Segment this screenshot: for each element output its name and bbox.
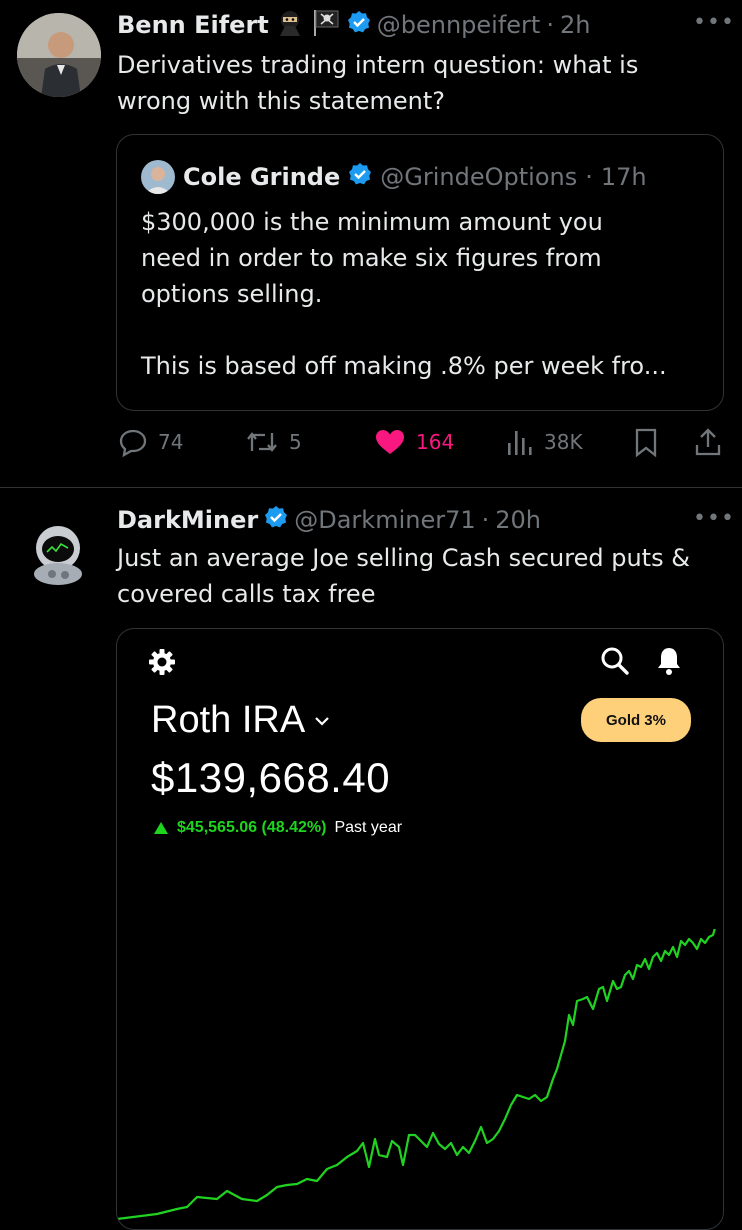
quoted-tweet-time[interactable]: 17h	[601, 163, 647, 191]
account-selector[interactable]: Roth IRA	[151, 699, 331, 742]
tweet-time[interactable]: 2h	[560, 11, 590, 39]
gain-period: Past year	[334, 819, 403, 836]
up-triangle-icon	[154, 822, 168, 834]
more-options-icon[interactable]: •••	[693, 10, 735, 35]
gold-badge[interactable]: Gold 3%	[581, 698, 691, 742]
share-button[interactable]	[694, 427, 722, 457]
retweet-icon	[247, 432, 277, 452]
bookmark-icon	[635, 428, 657, 457]
reply-button[interactable]: 74	[118, 427, 183, 457]
tweet-text-line: Just an average Joe selling Cash secured…	[117, 544, 690, 572]
author-handle[interactable]: @bennpeifert	[377, 11, 541, 39]
verified-badge-icon	[264, 505, 288, 535]
quoted-author-name[interactable]: Cole Grinde	[183, 163, 340, 191]
media-card[interactable]: Roth IRA Gold 3% $139,668.40 $45,565.06 …	[116, 628, 724, 1230]
tweet-divider	[0, 487, 742, 488]
quoted-text-line: need in order to make six figures from	[141, 244, 602, 272]
bell-icon[interactable]	[655, 645, 683, 682]
gear-icon[interactable]	[147, 647, 177, 682]
quoted-author-handle[interactable]: @GrindeOptions	[380, 163, 577, 191]
bookmark-button[interactable]	[634, 427, 658, 457]
share-icon	[695, 428, 721, 456]
more-options-icon[interactable]: •••	[693, 506, 735, 531]
reply-icon	[119, 429, 147, 457]
heart-icon	[376, 430, 404, 454]
astronaut-icon	[34, 526, 82, 585]
quoted-tweet-card[interactable]: Cole Grinde @GrindeOptions · 17h $300,00…	[116, 134, 724, 411]
views-count: 38K	[544, 430, 583, 454]
verified-badge-icon	[347, 10, 371, 40]
views-button[interactable]: 38K	[506, 427, 583, 457]
ninja-emoji-icon	[275, 8, 305, 42]
dot-separator: ·	[481, 506, 490, 534]
author-name[interactable]: Benn Eifert	[117, 11, 269, 39]
balance-line-chart	[117, 929, 716, 1221]
tweet-time[interactable]: 20h	[495, 506, 541, 534]
retweet-count: 5	[289, 430, 302, 454]
person-photo-icon	[17, 13, 101, 97]
tweet-text-line: wrong with this statement?	[117, 87, 445, 115]
quoted-text-line: This is based off making .8% per week fr…	[141, 352, 667, 380]
verified-badge-icon	[348, 162, 372, 192]
search-icon[interactable]	[599, 645, 631, 682]
tweet-text-line: covered calls tax free	[117, 580, 376, 608]
avatar-cole[interactable]	[141, 160, 175, 194]
dot-separator: ·	[585, 163, 593, 191]
author-handle[interactable]: @Darkminer71	[294, 506, 475, 534]
like-count: 164	[416, 430, 455, 454]
account-balance: $139,668.40	[151, 754, 391, 801]
reply-count: 74	[158, 430, 184, 454]
retweet-button[interactable]: 5	[245, 427, 302, 457]
dot-separator: ·	[546, 11, 554, 39]
gain-amount: $45,565.06 (48.42%)	[177, 819, 327, 836]
views-icon	[508, 431, 532, 455]
quoted-text-line: options selling.	[141, 280, 323, 308]
account-title: Roth IRA	[151, 699, 306, 741]
avatar-darkminer[interactable]	[23, 518, 93, 588]
pirate-flag-icon	[311, 8, 341, 42]
author-name[interactable]: DarkMiner	[117, 506, 258, 534]
chevron-down-icon	[315, 716, 329, 726]
like-button[interactable]: 164	[374, 427, 454, 457]
tweet-text-line: Derivatives trading intern question: wha…	[117, 51, 639, 79]
quoted-text-line: $300,000 is the minimum amount you	[141, 208, 603, 236]
avatar-benn[interactable]	[17, 13, 101, 97]
gold-badge-label: Gold 3%	[605, 711, 666, 729]
